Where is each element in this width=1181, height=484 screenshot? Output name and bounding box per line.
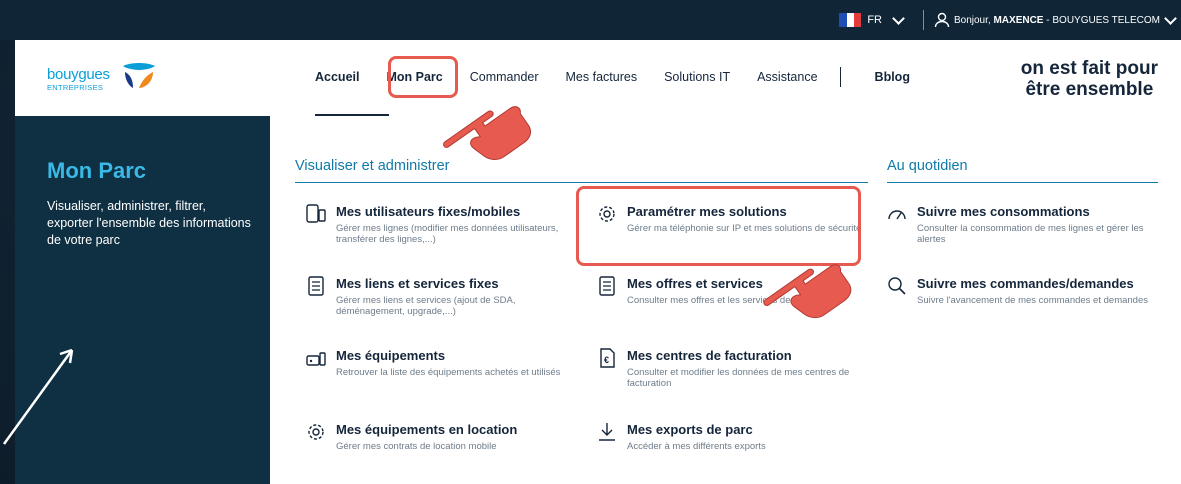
greeting[interactable]: Bonjour, MAXENCE - BOUYGUES TELECOM [954, 15, 1160, 26]
gear-icon [308, 424, 324, 440]
main-header: bouygues ENTREPRISES Accueil Mon Parc Co… [15, 40, 1181, 117]
menu-item-title: Mes exports de parc [627, 422, 753, 437]
divider [922, 10, 924, 30]
nav-accueil[interactable]: Accueil [315, 70, 359, 87]
logo-word: bouygues [47, 66, 110, 83]
menu-item-title: Mes centres de facturation [627, 348, 792, 363]
equipment-icon [306, 352, 326, 366]
menu-item-title: Mes équipements [336, 348, 446, 363]
nav-assistance[interactable]: Assistance [757, 70, 817, 87]
user-icon[interactable] [934, 12, 950, 28]
logo-mark-icon [123, 63, 155, 88]
chevron-down-icon[interactable] [892, 11, 905, 25]
nav-mes-factures[interactable]: Mes factures [566, 70, 638, 87]
gauge-icon [888, 210, 906, 220]
menu-item-title: Mes utilisateurs fixes/mobiles [336, 204, 521, 219]
document-list-icon [308, 276, 324, 296]
menu-item-title: Mes offres et services [627, 276, 763, 291]
svg-text:€: € [604, 355, 609, 365]
panel-description: Visualiser, administrer, filtrer, export… [47, 199, 251, 247]
section-divider [887, 182, 1158, 183]
download-icon [599, 423, 615, 441]
menu-item-title: Suivre mes consommations [917, 204, 1090, 219]
section-divider [295, 182, 868, 183]
section-title-daily: Au quotidien [887, 158, 968, 174]
menu-item-desc: Consulter et modifier les données de mes… [627, 367, 850, 389]
menu-item-desc: Consulter la consommation de mes lignes … [917, 223, 1144, 245]
slogan: on est fait pour être ensemble [1021, 58, 1158, 100]
france-flag-icon[interactable] [839, 13, 862, 27]
pointing-hand-icon [763, 264, 852, 319]
menu-item-desc: Gérer mes contrats de location mobile [336, 441, 497, 452]
menu-item-desc: Gérer mes lignes (modifier mes données u… [336, 223, 559, 245]
document-list-icon [599, 276, 615, 296]
chevron-down-icon[interactable] [1164, 11, 1177, 25]
bouygues-logo[interactable]: bouygues ENTREPRISES [47, 63, 155, 92]
arrow-annotation-icon [2, 348, 74, 445]
top-bar: FR Bonjour, MAXENCE - BOUYGUES TELECOM [0, 0, 1181, 40]
pointing-hand-icon [443, 106, 532, 160]
nav-solutions-it[interactable]: Solutions IT [664, 70, 730, 87]
menu-item-title: Mes liens et services fixes [336, 276, 499, 291]
slogan-line1: on est fait pour [1020, 58, 1158, 79]
menu-item-desc: Suivre l'avancement de mes commandes et … [917, 295, 1148, 306]
nav-bblog[interactable]: Bblog [875, 70, 910, 87]
slogan-line2: être ensemble [1025, 79, 1154, 100]
language-label[interactable]: FR [867, 14, 882, 26]
menu-item-desc: Accéder à mes différents exports [627, 441, 766, 452]
menu-item-desc: Gérer mes liens et services (ajout de SD… [336, 295, 516, 317]
menu-item-desc: Retrouver la liste des équipements achet… [336, 367, 561, 378]
panel-title: Mon Parc [47, 158, 147, 183]
top-bar-right: FR Bonjour, MAXENCE - BOUYGUES TELECOM [839, 10, 1177, 30]
search-icon [888, 277, 906, 295]
nav-divider [839, 67, 841, 87]
menu-item-title: Suivre mes commandes/demandes [917, 276, 1134, 291]
mega-menu-content: Visualiser et administrer Au quotidien M… [270, 116, 1181, 484]
nav-commander[interactable]: Commander [470, 70, 539, 87]
phone-devices-icon [306, 204, 326, 223]
logo-sub: ENTREPRISES [47, 83, 104, 92]
invoice-icon: € [600, 348, 615, 368]
menu-item-title: Mes équipements en location [336, 422, 518, 437]
